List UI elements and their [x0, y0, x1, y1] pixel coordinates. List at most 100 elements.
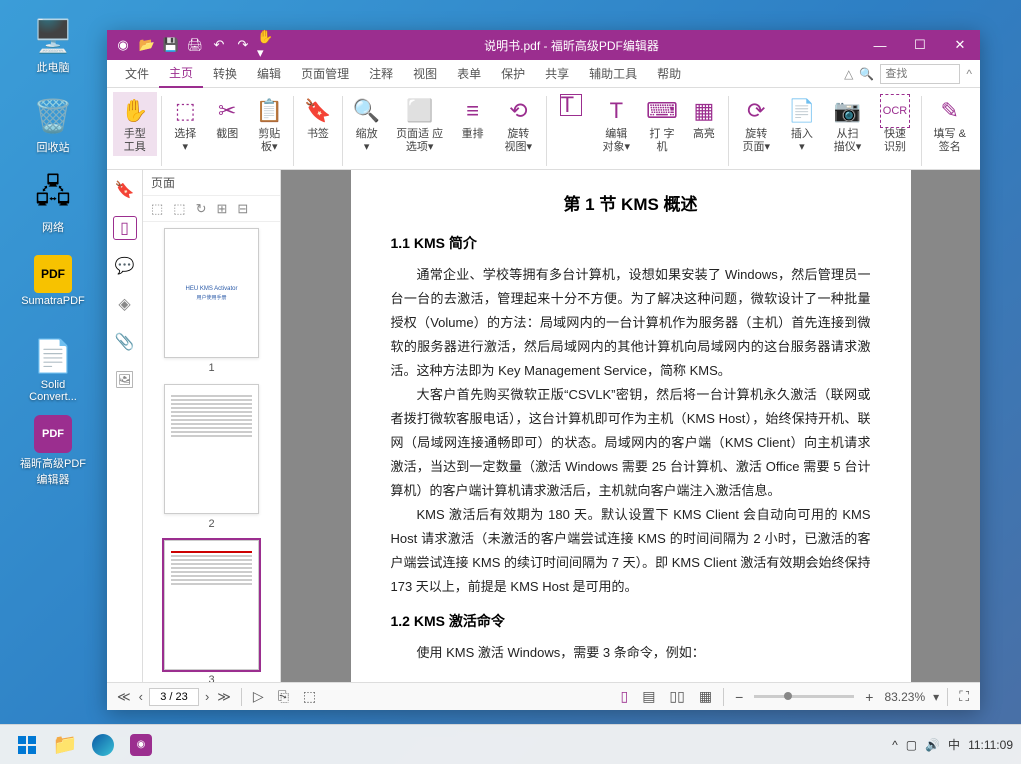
tab-view[interactable]: 视图	[403, 60, 447, 88]
nav-image-icon[interactable]: 🖼	[113, 368, 137, 392]
taskbar: 📁 ◉ ^ ▢ 🔊 中 11:11:09	[0, 724, 1021, 764]
notify-icon[interactable]: △	[844, 67, 853, 81]
zoom-out-icon[interactable]: −	[732, 689, 746, 705]
view-single-icon[interactable]: ▯	[617, 688, 631, 705]
desktop-icon-sumatra[interactable]: PDFSumatraPDF	[18, 255, 88, 307]
qat-save-icon[interactable]: 💾	[161, 35, 181, 55]
zoom-dropdown-icon[interactable]: ▾	[933, 690, 939, 704]
explorer-button[interactable]: 📁	[46, 727, 84, 763]
page-input[interactable]	[149, 688, 199, 706]
tab-accessibility[interactable]: 辅助工具	[579, 60, 647, 88]
thumb-1[interactable]: HEU KMS Activator用户使用手册1	[149, 228, 274, 374]
nav-bookmark-icon[interactable]: 🔖	[113, 178, 137, 202]
status-back-icon[interactable]: ▷	[250, 688, 267, 705]
tool-insert[interactable]: 📄插入 ▾	[782, 92, 822, 156]
foxit-taskbar-button[interactable]: ◉	[122, 727, 160, 763]
last-page-icon[interactable]: ≫	[215, 689, 233, 705]
tool-scan[interactable]: 📷从扫 描仪▾	[824, 92, 871, 156]
tool-bookmark[interactable]: 🔖书签	[298, 92, 338, 143]
start-button[interactable]	[8, 727, 46, 763]
close-button[interactable]: ✕	[940, 30, 980, 60]
nav-pages-icon[interactable]: ▯	[113, 216, 137, 240]
thumb-2[interactable]: 2	[149, 384, 274, 530]
tray-volume-icon[interactable]: 🔊	[925, 738, 940, 752]
thumbnail-panel: 页面 ⬚ ⬚ ↻ ⊞ ⊟ HEU KMS Activator用户使用手册1 2 …	[143, 170, 281, 682]
tab-edit[interactable]: 编辑	[247, 60, 291, 88]
nav-attach-icon[interactable]: 📎	[113, 330, 137, 354]
qat-open-icon[interactable]: 📂	[137, 35, 157, 55]
zoom-in-icon[interactable]: +	[862, 689, 876, 705]
titlebar[interactable]: ◉ 📂 💾 🖨 ↶ ↷ ✋▾ 说明书.pdf - 福昕高级PDF编辑器 — ☐ …	[107, 30, 980, 60]
nav-strip: 🔖 ▯ 💬 ◈ 📎 🖼	[107, 170, 143, 682]
nav-comment-icon[interactable]: 💬	[113, 254, 137, 278]
thumb-title: 页面	[151, 174, 272, 191]
tool-clipboard[interactable]: 📋剪贴 板▾	[249, 92, 289, 156]
tool-hand[interactable]: ✋手型 工具	[113, 92, 157, 156]
tool-rotate-view[interactable]: ⟲旋转 视图▾	[495, 92, 542, 156]
collapse-ribbon-icon[interactable]: ^	[966, 67, 972, 81]
document-view[interactable]: 第 1 节 KMS 概述 1.1 KMS 简介 通常企业、学校等拥有多台计算机，…	[281, 170, 980, 682]
tool-text[interactable]: T	[551, 92, 591, 118]
qat-redo-icon[interactable]: ↷	[233, 35, 253, 55]
tool-edit-object[interactable]: T编辑 对象▾	[593, 92, 640, 156]
view-cont-icon[interactable]: ▤	[639, 688, 658, 705]
tool-select[interactable]: ⬚选择 ▾	[165, 92, 205, 156]
view-cont-facing-icon[interactable]: ▦	[696, 688, 715, 705]
thumb-tool3-icon[interactable]: ↻	[196, 201, 207, 217]
doc-h3a: 1.1 KMS 简介	[391, 233, 871, 253]
desktop-icon-solid[interactable]: 📄Solid Convert...	[18, 335, 88, 403]
zoom-slider[interactable]	[754, 695, 854, 698]
maximize-button[interactable]: ☐	[900, 30, 940, 60]
tab-help[interactable]: 帮助	[647, 60, 691, 88]
thumb-tool5-icon[interactable]: ⊟	[237, 201, 248, 217]
view-facing-icon[interactable]: ▯▯	[666, 688, 687, 705]
edge-button[interactable]	[84, 727, 122, 763]
zoom-value: 83.23%	[884, 690, 925, 704]
qat-print-icon[interactable]: 🖨	[185, 35, 205, 55]
tray-ime[interactable]: 中	[948, 736, 960, 753]
thumb-tool1-icon[interactable]: ⬚	[151, 201, 163, 217]
minimize-button[interactable]: —	[860, 30, 900, 60]
nav-layers-icon[interactable]: ◈	[113, 292, 137, 316]
tab-comment[interactable]: 注释	[359, 60, 403, 88]
search-icon[interactable]: 🔍	[859, 67, 874, 81]
tab-share[interactable]: 共享	[535, 60, 579, 88]
window-title: 说明书.pdf - 福昕高级PDF编辑器	[283, 37, 860, 54]
tool-ocr[interactable]: OCR快速 识别	[873, 92, 917, 156]
desktop-icon-network[interactable]: 🖧网络	[18, 175, 88, 235]
tool-reflow[interactable]: ≡重排	[453, 92, 493, 143]
tool-snapshot[interactable]: ✂截图	[207, 92, 247, 143]
next-page-icon[interactable]: ›	[203, 689, 211, 704]
tray-clock[interactable]: 11:11:09	[968, 738, 1013, 752]
fullscreen-icon[interactable]: ⛶	[956, 688, 972, 705]
desktop-icon-recycle[interactable]: 🗑️回收站	[18, 95, 88, 155]
tab-page-manage[interactable]: 页面管理	[291, 60, 359, 88]
qat-undo-icon[interactable]: ↶	[209, 35, 229, 55]
tool-fit[interactable]: ⬜页面适 应选项▾	[389, 92, 451, 156]
app-icon[interactable]: ◉	[113, 35, 133, 55]
tool-typewriter[interactable]: ⌨打 字机	[642, 92, 682, 156]
tab-protect[interactable]: 保护	[491, 60, 535, 88]
desktop-icon-computer[interactable]: 🖥️此电脑	[18, 15, 88, 75]
tab-home[interactable]: 主页	[159, 60, 203, 88]
tool-highlight[interactable]: ▦高亮	[684, 92, 724, 143]
tab-convert[interactable]: 转换	[203, 60, 247, 88]
tab-form[interactable]: 表单	[447, 60, 491, 88]
thumb-3[interactable]: 3	[149, 540, 274, 682]
desktop-icon-foxit[interactable]: PDF福昕高级PDF编辑器	[18, 415, 88, 487]
tray-chevron-icon[interactable]: ^	[892, 738, 898, 752]
tool-zoom[interactable]: 🔍缩放 ▾	[347, 92, 387, 156]
first-page-icon[interactable]: ≪	[115, 689, 133, 705]
tool-rotate-page[interactable]: ⟳旋转 页面▾	[733, 92, 780, 156]
thumb-tool4-icon[interactable]: ⊞	[217, 201, 228, 217]
thumb-tool2-icon[interactable]: ⬚	[173, 201, 185, 217]
status-view3-icon[interactable]: ⬚	[300, 688, 319, 705]
tool-fill-sign[interactable]: ✎填写 &签名	[925, 92, 974, 156]
prev-page-icon[interactable]: ‹	[137, 689, 145, 704]
qat-hand-icon[interactable]: ✋▾	[257, 35, 277, 55]
search-input[interactable]	[880, 64, 960, 84]
status-copy-icon[interactable]: ⎘	[275, 688, 292, 705]
tray-network-icon[interactable]: ▢	[906, 738, 917, 752]
tab-file[interactable]: 文件	[115, 60, 159, 88]
doc-h3b: 1.2 KMS 激活命令	[391, 611, 871, 631]
